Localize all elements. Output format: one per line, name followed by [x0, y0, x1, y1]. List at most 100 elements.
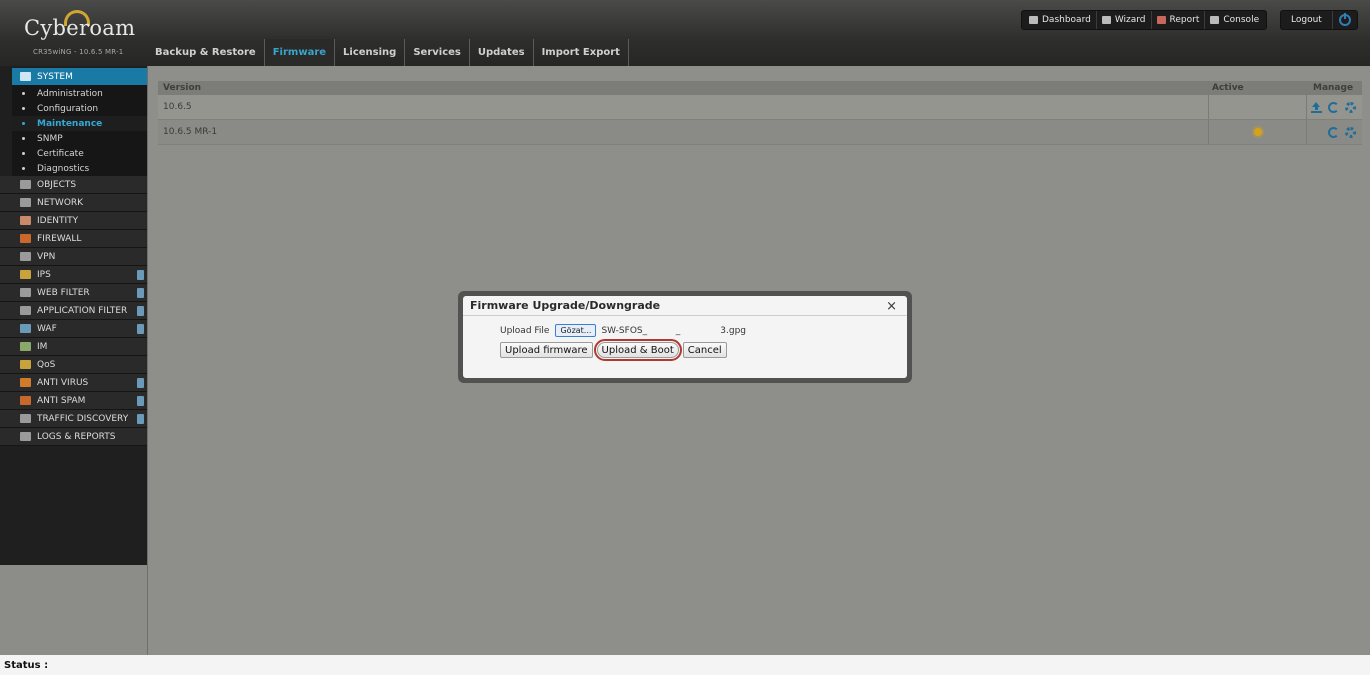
logout-button[interactable]: Logout — [1281, 11, 1333, 29]
firmware-dialog: Firmware Upgrade/Downgrade × Upload File… — [458, 291, 912, 383]
objects-icon — [20, 180, 31, 189]
tab-backup-restore[interactable]: Backup & Restore — [147, 39, 265, 66]
firmware-grid: Version Active Manage 10.6.5 10.6.5 MR-1 — [158, 81, 1362, 145]
tab-bar: Backup & Restore Firmware Licensing Serv… — [147, 39, 629, 66]
upload-boot-button[interactable]: Upload & Boot — [593, 339, 682, 361]
manage-cell — [1306, 120, 1362, 144]
sidebar-item-anti-spam[interactable]: ANTI SPAM — [0, 392, 147, 410]
sidebar-item-traffic-discovery[interactable]: TRAFFIC DISCOVERY — [0, 410, 147, 428]
column-version: Version — [163, 83, 202, 93]
browse-button[interactable]: Gözat... — [555, 324, 597, 337]
sidebar-item-network[interactable]: NETWORK — [0, 194, 147, 212]
active-sun-icon — [1253, 128, 1262, 136]
sidebar-item-web-filter[interactable]: WEB FILTER — [0, 284, 147, 302]
tab-updates[interactable]: Updates — [470, 39, 534, 66]
tab-services[interactable]: Services — [405, 39, 470, 66]
active-cell — [1208, 95, 1306, 119]
sidebar-item-administration[interactable]: Administration — [12, 86, 147, 101]
close-icon[interactable]: × — [886, 299, 897, 314]
active-cell — [1208, 120, 1306, 144]
sidebar-item-objects[interactable]: OBJECTS — [0, 176, 147, 194]
sidebar-item-im[interactable]: IM — [0, 338, 147, 356]
status-bar: Status : — [0, 655, 1370, 675]
sidebar-item-maintenance[interactable]: Maintenance — [12, 116, 147, 131]
license-badge-icon — [137, 396, 144, 406]
console-button[interactable]: Console — [1205, 11, 1264, 29]
upload-firmware-button[interactable]: Upload firmware — [500, 342, 593, 358]
anti-spam-icon — [20, 396, 31, 405]
license-badge-icon — [137, 324, 144, 334]
im-icon — [20, 342, 31, 351]
selected-file-name: SW-SFOS_ _ 3.gpg — [601, 325, 747, 336]
qos-icon — [20, 360, 31, 369]
report-button[interactable]: Report — [1152, 11, 1206, 29]
sidebar-item-firewall[interactable]: FIREWALL — [0, 230, 147, 248]
logo: Cyberoam — [24, 16, 136, 40]
network-icon — [20, 198, 31, 207]
console-icon — [1210, 16, 1220, 24]
version-cell: 10.6.5 MR-1 — [163, 127, 218, 137]
sidebar-item-qos[interactable]: QoS — [0, 356, 147, 374]
traffic-discovery-icon — [20, 414, 31, 423]
application-filter-icon — [20, 306, 31, 315]
sidebar-item-snmp[interactable]: SNMP — [12, 131, 147, 146]
logs-reports-icon — [20, 432, 31, 441]
dialog-title: Firmware Upgrade/Downgrade — [463, 296, 907, 316]
report-icon — [1156, 16, 1166, 24]
grid-header: Version Active Manage — [158, 81, 1362, 95]
power-icon[interactable] — [1338, 13, 1351, 26]
sidebar: SYSTEM Administration Configuration Main… — [0, 66, 147, 565]
anti-virus-icon — [20, 378, 31, 387]
status-label: Status : — [4, 659, 49, 671]
system-icon — [20, 72, 31, 81]
license-badge-icon — [137, 414, 144, 424]
manage-cell — [1306, 95, 1362, 119]
shield-icon — [20, 270, 31, 279]
dialog-body: Firmware Upgrade/Downgrade × Upload File… — [463, 296, 907, 378]
gear-icon[interactable] — [1345, 126, 1356, 138]
sidebar-item-vpn[interactable]: VPN — [0, 248, 147, 266]
sidebar-item-anti-virus[interactable]: ANTI VIRUS — [0, 374, 147, 392]
sidebar-item-identity[interactable]: IDENTITY — [0, 212, 147, 230]
vpn-icon — [20, 252, 31, 261]
gear-icon[interactable] — [1345, 101, 1356, 113]
sidebar-item-certificate[interactable]: Certificate — [12, 146, 147, 161]
tab-firmware[interactable]: Firmware — [264, 39, 336, 66]
tab-import-export[interactable]: Import Export — [534, 39, 629, 66]
table-row: 10.6.5 MR-1 — [158, 120, 1362, 145]
wizard-button[interactable]: Wizard — [1097, 11, 1152, 29]
column-active: Active — [1208, 81, 1306, 95]
sidebar-item-configuration[interactable]: Configuration — [12, 101, 147, 116]
column-manage: Manage — [1306, 81, 1362, 95]
version-cell: 10.6.5 — [163, 102, 192, 112]
refresh-icon[interactable] — [1328, 101, 1339, 113]
dashboard-button[interactable]: Dashboard — [1024, 11, 1097, 29]
cancel-button[interactable]: Cancel — [682, 342, 727, 358]
upload-file-row: Upload File Gözat... SW-SFOS_ _ 3.gpg — [500, 324, 746, 337]
license-badge-icon — [137, 306, 144, 316]
table-row: 10.6.5 — [158, 95, 1362, 120]
sidebar-item-ips[interactable]: IPS — [0, 266, 147, 284]
upload-icon[interactable] — [1311, 101, 1322, 113]
sidebar-item-diagnostics[interactable]: Diagnostics — [12, 161, 147, 176]
tab-licensing[interactable]: Licensing — [335, 39, 406, 66]
sidebar-item-waf[interactable]: WAF — [0, 320, 147, 338]
waf-icon — [20, 324, 31, 333]
dialog-actions: Upload firmware Upload & Boot Cancel — [500, 339, 727, 361]
sidebar-item-logs-reports[interactable]: LOGS & REPORTS — [0, 428, 147, 446]
refresh-icon[interactable] — [1328, 126, 1339, 138]
wizard-icon — [1101, 16, 1111, 24]
system-submenu: Administration Configuration Maintenance… — [12, 86, 147, 176]
sidebar-item-system[interactable]: SYSTEM — [12, 68, 147, 86]
sidebar-item-application-filter[interactable]: APPLICATION FILTER — [0, 302, 147, 320]
dashboard-icon — [1029, 16, 1038, 24]
license-badge-icon — [137, 378, 144, 388]
device-model: CR35wiNG - 10.6.5 MR-1 — [33, 48, 124, 56]
license-badge-icon — [137, 270, 144, 280]
identity-icon — [20, 216, 31, 225]
license-badge-icon — [137, 288, 144, 298]
logout-group: Logout — [1280, 10, 1358, 30]
upload-file-label: Upload File — [500, 325, 550, 336]
filter-icon — [20, 288, 31, 297]
top-nav: Dashboard Wizard Report Console — [1021, 10, 1268, 30]
